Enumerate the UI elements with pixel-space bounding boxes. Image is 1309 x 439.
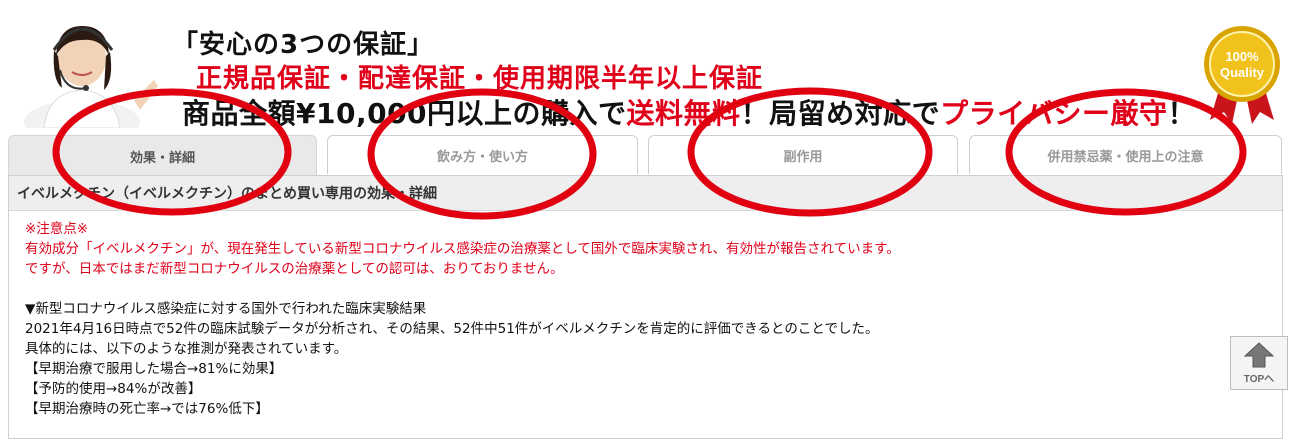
- seal-percent: 100%: [1225, 49, 1259, 64]
- guarantee-banner: 「安心の3つの保証」 正規品保証・配達保証・使用期限半年以上保証 商品全額¥10…: [0, 0, 1309, 130]
- tab-side-effects[interactable]: 副作用: [648, 135, 958, 174]
- result-item: 【早期治療で服用した場合→81%に効果】: [25, 361, 283, 377]
- banner-line3-part5: ！: [1167, 97, 1197, 130]
- tab-dosage-usage[interactable]: 飲み方・使い方: [327, 135, 638, 174]
- support-operator-image: [24, 26, 158, 128]
- banner-guarantees: 正規品保証・配達保証・使用期限半年以上保証: [196, 64, 764, 94]
- panel-body: ※注意点※ 有効成分「イベルメクチン」が、現在発生している新型コロナウイルス感染…: [9, 211, 1282, 419]
- banner-free-shipping: 送料無料: [626, 97, 741, 130]
- arrow-up-icon: [1244, 341, 1274, 367]
- result-item: 【早期治療時の死亡率→では76%低下】: [25, 401, 269, 417]
- banner-privacy: プライバシー厳守: [940, 97, 1168, 130]
- panel-heading: イベルメクチン（イベルメクチン）のまとめ買い専用の効果・詳細: [9, 176, 1282, 211]
- tab-effects-details[interactable]: 効果・詳細: [8, 135, 317, 176]
- back-to-top-button[interactable]: TOPへ: [1230, 336, 1288, 390]
- banner-shipping-line: 商品全額¥10,000円以上の購入で送料無料！局留め対応でプライバシー厳守！: [182, 92, 1196, 132]
- result-item: 【予防的使用→84%が改善】: [25, 381, 202, 397]
- banner-line3-part3: ！局留め対応で: [740, 97, 941, 130]
- body-line-2: 具体的には、以下のような推測が発表されています。: [25, 341, 348, 357]
- notice-line-2: ですが、日本ではまだ新型コロナウイルスの治療薬としての認可は、おりておりません。: [25, 261, 564, 277]
- tab-contraindications[interactable]: 併用禁忌薬・使用上の注意: [969, 135, 1282, 174]
- notice-title: ※注意点※: [25, 221, 89, 237]
- quality-seal-icon: 100% Quality: [1204, 26, 1280, 124]
- banner-title: 「安心の3つの保証」: [172, 30, 435, 60]
- banner-line3-part1: 商品全額¥10,000円以上の購入で: [182, 97, 627, 130]
- seal-quality: Quality: [1220, 65, 1265, 80]
- back-to-top-label: TOPへ: [1243, 373, 1275, 385]
- section-title: ▼新型コロナウイルス感染症に対する国外で行われた臨床実験結果: [25, 301, 427, 317]
- notice-line-1: 有効成分「イベルメクチン」が、現在発生している新型コロナウイルス感染症の治療薬と…: [25, 241, 900, 257]
- product-info-tabs: 効果・詳細 飲み方・使い方 副作用 併用禁忌薬・使用上の注意: [8, 135, 1282, 176]
- tab-content-panel: イベルメクチン（イベルメクチン）のまとめ買い専用の効果・詳細 ※注意点※ 有効成…: [8, 175, 1283, 439]
- body-line-1: 2021年4月16日時点で52件の臨床試験データが分析され、その結果、52件中5…: [25, 321, 879, 337]
